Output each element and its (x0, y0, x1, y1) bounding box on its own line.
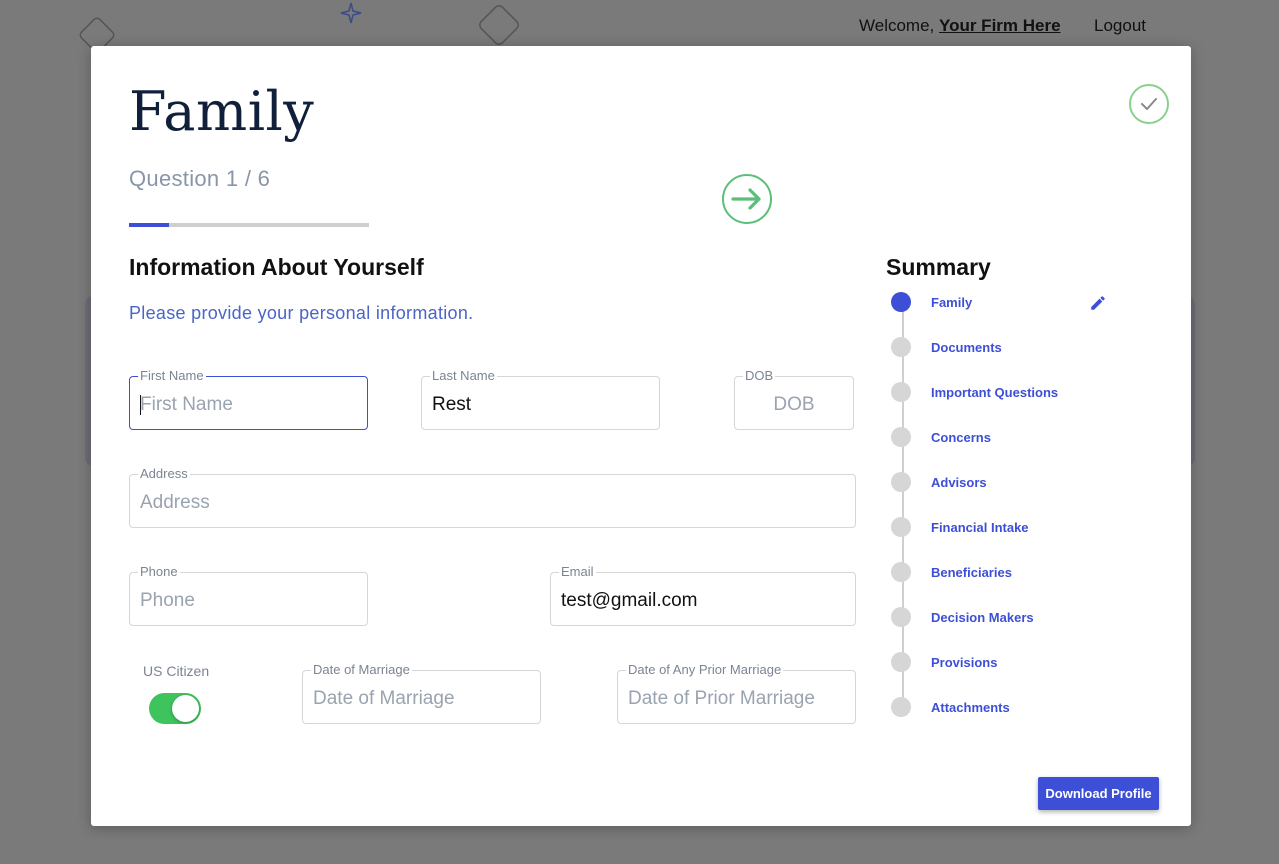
step-label: Family (931, 294, 973, 310)
next-arrow-icon[interactable] (722, 174, 772, 224)
step-dot (891, 607, 911, 627)
download-profile-button[interactable]: Download Profile (1038, 777, 1159, 810)
prior-marriage-label: Date of Any Prior Marriage (626, 662, 784, 677)
us-citizen-label: US Citizen (143, 663, 210, 679)
step-label: Documents (931, 339, 1002, 355)
step-dot (891, 382, 911, 402)
address-field: Address (129, 466, 856, 528)
phone-field: Phone (129, 564, 368, 626)
toggle-knob (172, 695, 199, 722)
step-dot (891, 697, 911, 717)
first-name-label: First Name (138, 368, 206, 383)
progress-bar-fill (129, 223, 169, 227)
step-label: Advisors (931, 474, 987, 490)
summary-title: Summary (886, 254, 991, 280)
phone-label: Phone (138, 564, 180, 579)
step-label: Provisions (931, 654, 998, 670)
app-header: Welcome, Your Firm Here Logout (0, 0, 1279, 53)
pencil-edit-icon[interactable] (1089, 294, 1107, 312)
step-dot (891, 427, 911, 447)
date-of-marriage-field: Date of Marriage (302, 662, 541, 724)
logout-link[interactable]: Logout (1094, 16, 1146, 36)
firm-name-link[interactable]: Your Firm Here (939, 16, 1061, 35)
dob-field: DOB (734, 368, 854, 430)
address-input[interactable] (140, 489, 845, 517)
page-title: Family (129, 80, 315, 143)
progress-bar (129, 223, 369, 227)
welcome-prefix: Welcome, (859, 16, 939, 35)
date-of-marriage-input[interactable] (313, 685, 530, 713)
question-counter: Question 1 / 6 (129, 166, 271, 191)
step-dot (891, 562, 911, 582)
section-title: Information About Yourself (129, 254, 424, 280)
step-dot (891, 337, 911, 357)
prior-marriage-field: Date of Any Prior Marriage (617, 662, 856, 724)
step-label: Attachments (931, 699, 1010, 715)
step-dot (891, 292, 911, 312)
dob-label: DOB (743, 368, 776, 383)
email-label: Email (559, 564, 596, 579)
step-label: Concerns (931, 429, 991, 445)
dob-input[interactable] (745, 391, 843, 419)
prior-marriage-input[interactable] (628, 685, 845, 713)
last-name-label: Last Name (430, 368, 497, 383)
step-dot (891, 472, 911, 492)
text-caret (140, 395, 141, 415)
section-subtitle: Please provide your personal information… (129, 303, 474, 323)
first-name-input[interactable] (140, 391, 357, 419)
step-label: Financial Intake (931, 519, 1029, 535)
summary-timeline-line (902, 304, 904, 709)
complete-check-icon[interactable] (1129, 84, 1169, 124)
step-label: Beneficiaries (931, 564, 1012, 580)
last-name-input[interactable] (432, 391, 649, 419)
email-field: Email (550, 564, 856, 626)
first-name-field: First Name (129, 368, 368, 430)
step-dot (891, 517, 911, 537)
welcome-message: Welcome, Your Firm Here (859, 16, 1061, 36)
date-of-marriage-label: Date of Marriage (311, 662, 412, 677)
step-dot (891, 652, 911, 672)
questionnaire-modal: Family Question 1 / 6 Information About … (91, 46, 1191, 826)
step-label: Important Questions (931, 384, 1059, 400)
email-input[interactable] (561, 587, 845, 615)
address-label: Address (138, 466, 190, 481)
last-name-field: Last Name (421, 368, 660, 430)
decorative-star-icon (340, 2, 362, 24)
phone-input[interactable] (140, 587, 357, 615)
step-label: Decision Makers (931, 609, 1034, 625)
us-citizen-toggle[interactable] (149, 693, 201, 724)
